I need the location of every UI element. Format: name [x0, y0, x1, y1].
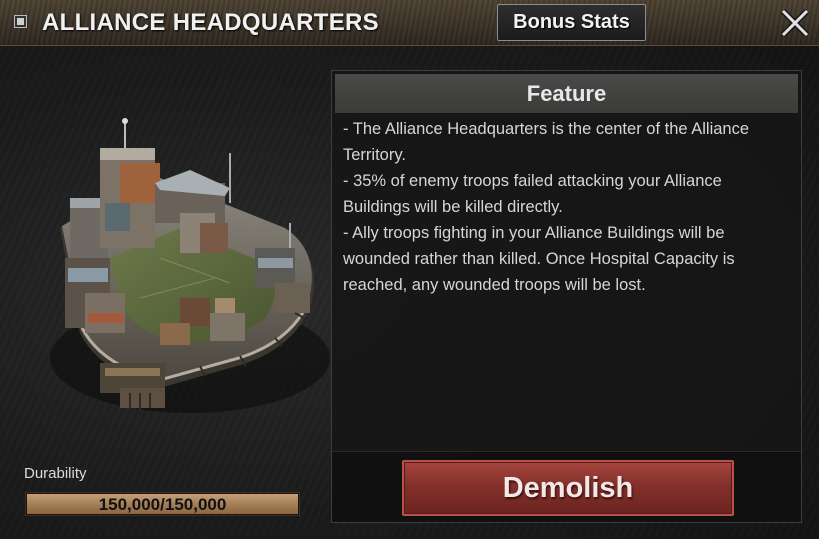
action-footer: Demolish — [332, 451, 801, 522]
demolish-button[interactable]: Demolish — [402, 460, 734, 516]
bonus-stats-button[interactable]: Bonus Stats — [497, 4, 646, 41]
header-bar: ALLIANCE HEADQUARTERS Bonus Stats — [0, 0, 819, 46]
durability-label: Durability — [24, 465, 87, 482]
feature-description: - The Alliance Headquarters is the cente… — [343, 116, 793, 298]
page-title: ALLIANCE HEADQUARTERS — [42, 9, 379, 36]
alliance-hq-panel: ALLIANCE HEADQUARTERS Bonus Stats Durabi… — [0, 0, 819, 539]
close-icon[interactable] — [778, 6, 812, 40]
feature-heading: Feature — [335, 74, 798, 113]
durability-value: 150,000/150,000 — [98, 495, 227, 514]
feature-panel: Feature - The Alliance Headquarters is t… — [331, 70, 802, 523]
durability-bar: 150,000/150,000 — [25, 492, 300, 516]
square-bullet-icon — [15, 16, 26, 27]
feature-line: - The Alliance Headquarters is the cente… — [343, 120, 750, 164]
feature-line: - Ally troops fighting in your Alliance … — [343, 224, 735, 294]
alliance-headquarters-building-image — [40, 108, 340, 428]
feature-line: - 35% of enemy troops failed attacking y… — [343, 172, 722, 216]
